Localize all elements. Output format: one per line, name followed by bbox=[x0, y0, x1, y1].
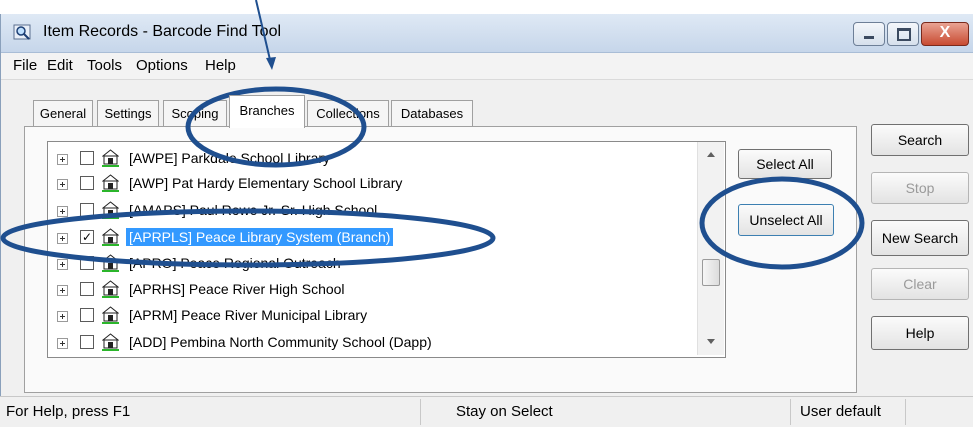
branch-label: [APRPLS] Peace Library System (Branch) bbox=[126, 228, 394, 246]
branch-checkbox[interactable] bbox=[80, 151, 94, 165]
library-building-icon bbox=[101, 280, 120, 298]
clear-button[interactable]: Clear bbox=[871, 268, 969, 300]
tree-expand-plus-icon[interactable] bbox=[57, 154, 68, 165]
list-item[interactable]: [APRM] Peace River Municipal Library bbox=[48, 305, 703, 329]
library-building-icon bbox=[101, 254, 120, 272]
stop-button[interactable]: Stop bbox=[871, 172, 969, 204]
library-building-icon bbox=[101, 174, 120, 192]
branch-checkbox[interactable] bbox=[80, 282, 94, 296]
branch-label: [APRM] Peace River Municipal Library bbox=[129, 307, 368, 323]
scroll-down-arrow-icon[interactable] bbox=[707, 339, 715, 344]
tab-databases[interactable]: Databases bbox=[391, 100, 473, 127]
library-building-icon bbox=[101, 228, 120, 246]
tree-expand-plus-icon[interactable] bbox=[57, 206, 68, 217]
new-search-button[interactable]: New Search bbox=[871, 220, 969, 256]
menu-file[interactable]: File bbox=[13, 57, 37, 74]
branch-checkbox[interactable] bbox=[80, 308, 94, 322]
menu-edit[interactable]: Edit bbox=[47, 57, 73, 74]
tree-expand-plus-icon[interactable] bbox=[57, 285, 68, 296]
branch-label: [AWPE] Parkdale School Library bbox=[129, 150, 331, 166]
list-item[interactable]: [APRHS] Peace River High School bbox=[48, 279, 703, 303]
library-building-icon bbox=[101, 201, 120, 219]
menu-help[interactable]: Help bbox=[205, 57, 236, 74]
search-button[interactable]: Search bbox=[871, 124, 969, 156]
branch-checkbox[interactable] bbox=[80, 203, 94, 217]
branch-checkbox-checked[interactable]: ✓ bbox=[80, 230, 94, 244]
list-item-selected[interactable]: ✓ [APRPLS] Peace Library System (Branch) bbox=[48, 227, 703, 251]
tab-branches[interactable]: Branches bbox=[229, 95, 305, 128]
minimize-button[interactable] bbox=[853, 22, 885, 46]
branch-checkbox[interactable] bbox=[80, 256, 94, 270]
library-building-icon bbox=[101, 306, 120, 324]
scroll-thumb[interactable] bbox=[702, 259, 720, 286]
branch-label: [ADD] Pembina North Community School (Da… bbox=[129, 334, 432, 350]
list-scrollbar[interactable] bbox=[697, 142, 724, 355]
branch-label: [APRHS] Peace River High School bbox=[129, 281, 345, 297]
status-divider bbox=[420, 399, 421, 425]
menu-bar: File Edit Tools Options Help bbox=[1, 53, 973, 80]
list-item[interactable]: [APRO] Peace Regional Outreach bbox=[48, 253, 703, 277]
tree-expand-plus-icon[interactable] bbox=[57, 311, 68, 322]
status-divider bbox=[790, 399, 791, 425]
scroll-up-arrow-icon[interactable] bbox=[707, 152, 715, 157]
maximize-button[interactable] bbox=[887, 22, 919, 46]
list-item[interactable]: [AMAPS] Paul Rowe Jr.-Sr. High School bbox=[48, 200, 703, 224]
branch-label: [AMAPS] Paul Rowe Jr.-Sr. High School bbox=[129, 202, 378, 218]
tab-scoping[interactable]: Scoping bbox=[163, 100, 227, 127]
tree-expand-plus-icon[interactable] bbox=[57, 179, 68, 190]
list-item[interactable]: [ADD] Pembina North Community School (Da… bbox=[48, 332, 703, 356]
menu-tools[interactable]: Tools bbox=[87, 57, 122, 74]
status-help-text: For Help, press F1 bbox=[6, 403, 131, 420]
close-button[interactable]: X bbox=[921, 22, 969, 46]
tab-settings[interactable]: Settings bbox=[97, 100, 159, 127]
title-bar: Item Records - Barcode Find Tool X bbox=[1, 14, 973, 53]
tree-expand-plus-icon[interactable] bbox=[57, 338, 68, 349]
list-item[interactable]: [AWPE] Parkdale School Library bbox=[48, 148, 703, 172]
list-item[interactable]: [AWP] Pat Hardy Elementary School Librar… bbox=[48, 173, 703, 197]
help-button[interactable]: Help bbox=[871, 316, 969, 350]
branch-label: [AWP] Pat Hardy Elementary School Librar… bbox=[129, 175, 403, 191]
tab-general[interactable]: General bbox=[33, 100, 93, 127]
branch-checkbox[interactable] bbox=[80, 335, 94, 349]
menu-options[interactable]: Options bbox=[136, 57, 188, 74]
status-bar: For Help, press F1 Stay on Select User d… bbox=[0, 396, 973, 427]
branch-label: [APRO] Peace Regional Outreach bbox=[129, 255, 341, 271]
status-mode: Stay on Select bbox=[456, 403, 553, 420]
window-title: Item Records - Barcode Find Tool bbox=[43, 23, 282, 40]
branch-list[interactable]: [AWPE] Parkdale School Library [AWP] Pat… bbox=[47, 141, 726, 358]
status-divider bbox=[905, 399, 906, 425]
branch-checkbox[interactable] bbox=[80, 176, 94, 190]
tab-collections[interactable]: Collections bbox=[307, 100, 389, 127]
close-icon: X bbox=[939, 24, 951, 41]
select-all-button[interactable]: Select All bbox=[738, 149, 832, 179]
status-profile: User default bbox=[800, 403, 881, 420]
tree-expand-plus-icon[interactable] bbox=[57, 233, 68, 244]
library-building-icon bbox=[101, 149, 120, 167]
library-building-icon bbox=[101, 333, 120, 351]
tree-expand-plus-icon[interactable] bbox=[57, 259, 68, 270]
search-magnifier-icon bbox=[13, 23, 33, 41]
unselect-all-button[interactable]: Unselect All bbox=[738, 204, 834, 236]
